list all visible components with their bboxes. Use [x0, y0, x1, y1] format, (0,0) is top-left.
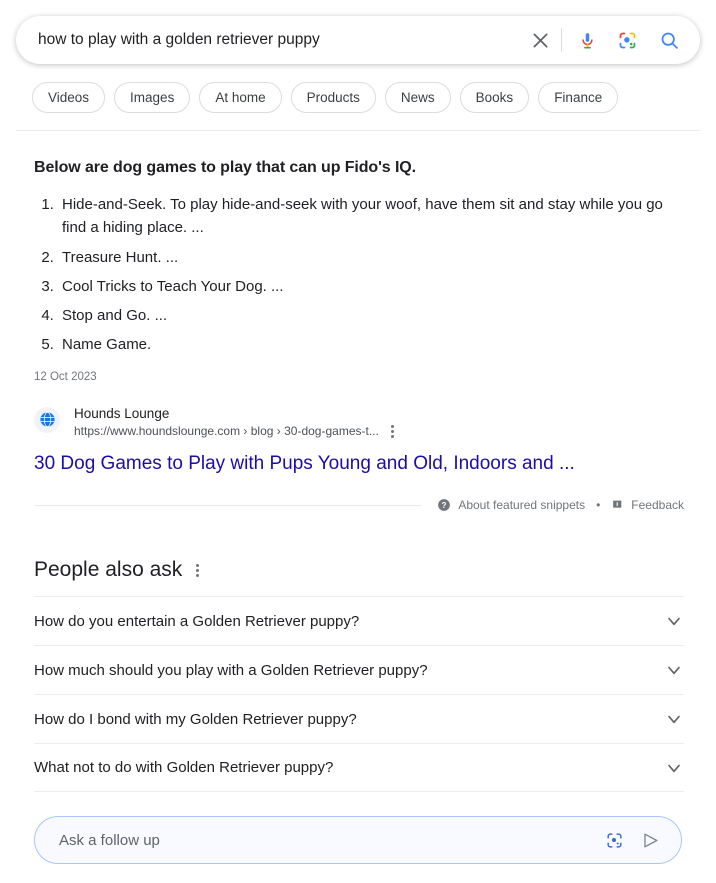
snippet-footer: ? About featured snippets • Feedback: [34, 498, 684, 512]
search-bar-divider: [561, 28, 562, 52]
search-header: Videos Images At home Products News Book…: [0, 0, 716, 131]
search-input[interactable]: [38, 31, 523, 49]
google-search-results-page: Videos Images At home Products News Book…: [0, 0, 716, 883]
source-url: https://www.houndslounge.com › blog › 30…: [74, 423, 379, 439]
people-also-ask-list: How do you entertain a Golden Retriever …: [34, 596, 684, 792]
filter-chip-products[interactable]: Products: [291, 82, 376, 113]
source-url-row: https://www.houndslounge.com › blog › 30…: [74, 423, 396, 440]
filter-chip-books[interactable]: Books: [460, 82, 530, 113]
snippet-heading: Below are dog games to play that can up …: [34, 159, 684, 177]
follow-up-send-icon[interactable]: [635, 825, 665, 855]
list-item: Cool Tricks to Teach Your Dog. ...: [58, 275, 684, 298]
filter-chip-images[interactable]: Images: [114, 82, 190, 113]
chevron-down-icon[interactable]: [664, 611, 684, 631]
people-also-ask-header: People also ask: [34, 558, 684, 582]
chevron-down-icon[interactable]: [664, 660, 684, 680]
list-item: Name Game.: [58, 333, 684, 356]
list-item: Treasure Hunt. ...: [58, 246, 684, 269]
follow-up-lens-icon[interactable]: [599, 825, 629, 855]
source-name: Hounds Lounge: [74, 405, 396, 423]
follow-up-section: Feedback: [0, 816, 716, 883]
people-also-ask-kebab-icon[interactable]: [194, 562, 201, 579]
about-featured-snippets-label: About featured snippets: [458, 498, 585, 512]
list-item: Stop and Go. ...: [58, 304, 684, 327]
source-block[interactable]: Hounds Lounge https://www.houndslounge.c…: [34, 405, 684, 440]
people-also-ask-title: People also ask: [34, 558, 182, 582]
globe-favicon-icon: [34, 407, 60, 433]
source-text: Hounds Lounge https://www.houndslounge.c…: [74, 405, 396, 440]
paa-question-label: How do I bond with my Golden Retriever p…: [34, 711, 357, 728]
snippet-feedback-link[interactable]: Feedback: [611, 498, 684, 512]
paa-question-row[interactable]: What not to do with Golden Retriever pup…: [34, 743, 684, 792]
paa-question-row[interactable]: How much should you play with a Golden R…: [34, 645, 684, 694]
paa-question-row[interactable]: How do you entertain a Golden Retriever …: [34, 596, 684, 645]
google-lens-icon[interactable]: [610, 23, 644, 57]
filter-chip-news[interactable]: News: [385, 82, 451, 113]
paa-question-label: How much should you play with a Golden R…: [34, 662, 428, 679]
chevron-down-icon[interactable]: [664, 709, 684, 729]
result-title-link[interactable]: 30 Dog Games to Play with Pups Young and…: [34, 452, 684, 477]
about-featured-snippets-link[interactable]: ? About featured snippets: [437, 498, 585, 512]
header-divider: [16, 130, 700, 131]
clear-search-icon[interactable]: [523, 23, 557, 57]
snippet-list: Hide-and-Seek. To play hide-and-seek wit…: [34, 193, 684, 357]
people-also-ask-section: People also ask How do you entertain a G…: [34, 558, 684, 792]
snippet-footer-rule: [34, 505, 421, 506]
snippet-feedback-label: Feedback: [631, 498, 684, 512]
search-submit-icon[interactable]: [652, 23, 686, 57]
list-item: Hide-and-Seek. To play hide-and-seek wit…: [58, 193, 684, 240]
featured-snippet: Below are dog games to play that can up …: [16, 159, 700, 792]
filter-chip-videos[interactable]: Videos: [32, 82, 105, 113]
result-options-kebab-icon[interactable]: [389, 423, 396, 440]
paa-question-row[interactable]: How do I bond with my Golden Retriever p…: [34, 694, 684, 743]
svg-text:?: ?: [442, 501, 447, 510]
follow-up-input[interactable]: [57, 831, 599, 850]
filter-chip-finance[interactable]: Finance: [538, 82, 618, 113]
footer-separator: •: [596, 498, 600, 512]
paa-question-label: How do you entertain a Golden Retriever …: [34, 613, 359, 630]
main-content: Below are dog games to play that can up …: [0, 159, 716, 792]
follow-up-bar[interactable]: [34, 816, 682, 864]
flag-icon: [611, 499, 624, 512]
microphone-icon[interactable]: [570, 23, 604, 57]
snippet-date: 12 Oct 2023: [34, 371, 684, 383]
chevron-down-icon[interactable]: [664, 758, 684, 778]
search-bar[interactable]: [16, 16, 700, 64]
paa-question-label: What not to do with Golden Retriever pup…: [34, 759, 333, 776]
help-circle-icon: ?: [437, 498, 451, 512]
filter-chip-at-home[interactable]: At home: [199, 82, 281, 113]
filter-chips: Videos Images At home Products News Book…: [16, 64, 700, 113]
